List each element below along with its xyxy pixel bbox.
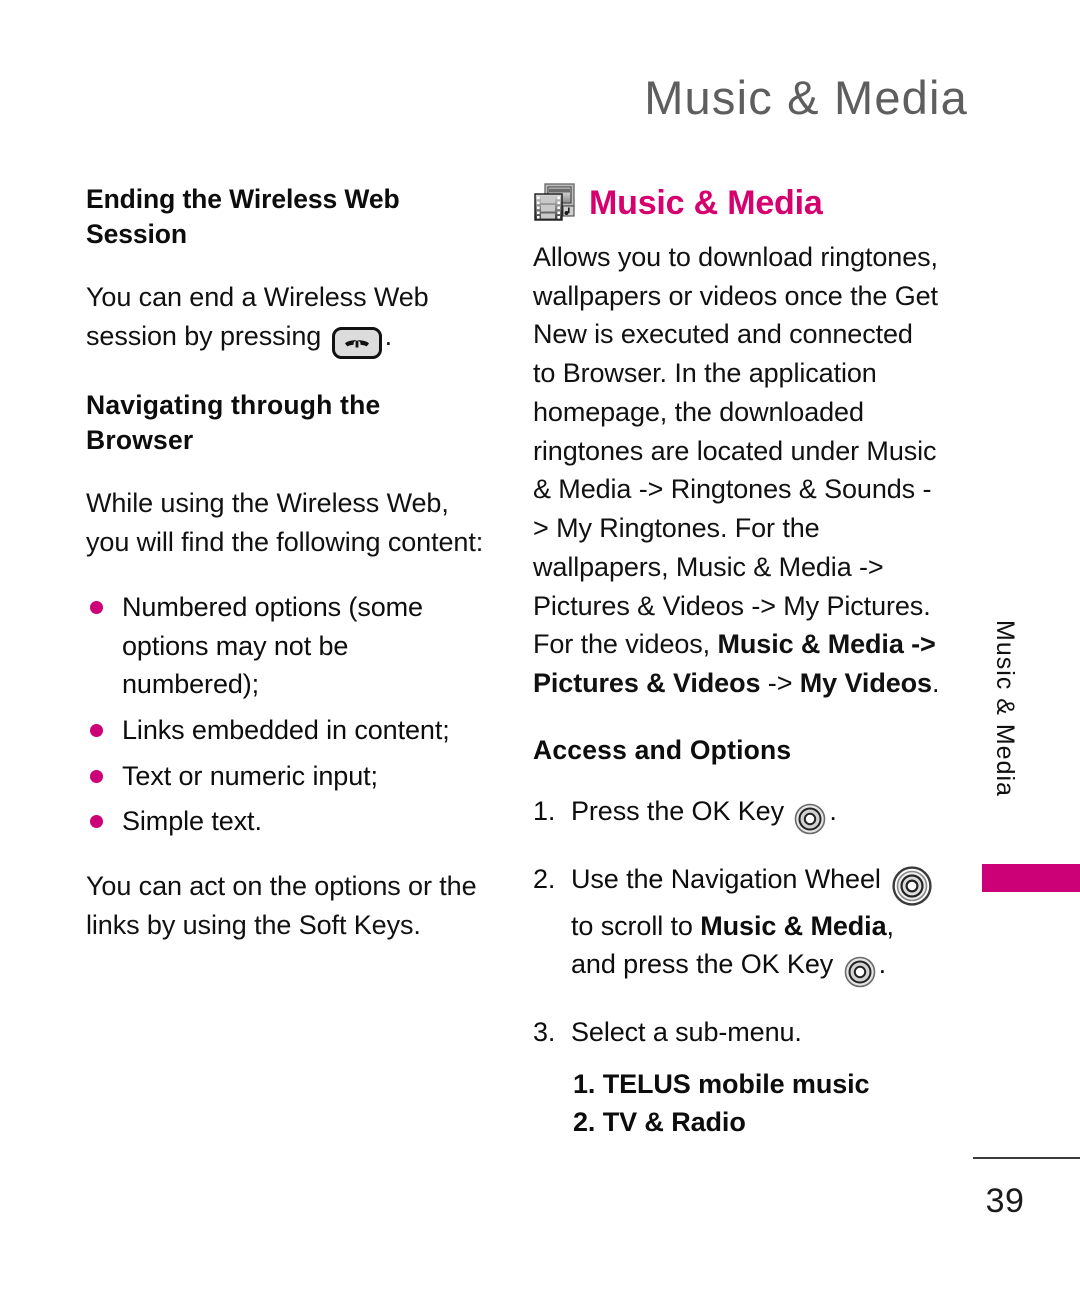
step-3-text: Select a sub-menu. bbox=[571, 1016, 802, 1047]
bullet-dot-icon bbox=[90, 600, 103, 614]
step-3-number: 3. bbox=[533, 1016, 556, 1047]
paragraph-videos-path: For the videos, Music & Media -> Picture… bbox=[533, 625, 941, 702]
step-2-scroll-text: to scroll to bbox=[571, 910, 701, 941]
access-steps-list: 1. Press the OK Key . 2. Use the Navigat… bbox=[533, 792, 941, 1142]
paragraph-soft-keys: You can act on the options or the links … bbox=[86, 871, 477, 940]
submenu-list: 1. TELUS mobile music 2. TV & Radio bbox=[573, 1066, 941, 1142]
browser-content-bullet-list: Numbered options (some options may not b… bbox=[86, 588, 490, 841]
step-2-use-navigation-wheel: 2. Use the Navigation Wheel to scroll to… bbox=[533, 860, 941, 991]
heading-access-and-options: Access and Options bbox=[533, 734, 792, 765]
videos-path-bold-my-videos: My Videos bbox=[799, 668, 932, 699]
step-3-select-sub-menu: 3. Select a sub-menu. bbox=[533, 1013, 941, 1052]
side-tab-label-music-media: Music & Media bbox=[991, 620, 1019, 797]
right-column: Music & Media Allows you to download rin… bbox=[533, 182, 941, 1141]
paragraph-end-session-period: . bbox=[384, 320, 393, 351]
running-header-title: Music & Media bbox=[644, 71, 968, 124]
bullet-dot-icon bbox=[90, 815, 103, 829]
step-1-number: 1. bbox=[533, 795, 556, 826]
navigation-wheel-icon bbox=[891, 865, 933, 907]
step-2-text: Use the Navigation Wheel bbox=[571, 863, 881, 894]
list-item-label: Links embedded in content; bbox=[122, 715, 450, 746]
videos-path-arrow-2: -> bbox=[760, 668, 800, 699]
videos-path-prefix: For the videos, bbox=[533, 629, 718, 660]
manual-page: Music & Media Ending the Wireless Web Se… bbox=[0, 0, 1080, 1295]
list-item: Numbered options (some options may not b… bbox=[86, 588, 490, 704]
videos-path-bold-pictures-videos: Pictures & Videos bbox=[533, 668, 761, 699]
page-number: 39 bbox=[985, 1182, 1025, 1220]
left-column: Ending the Wireless Web Session You can … bbox=[86, 182, 490, 971]
section-title-music-media: Music & Media bbox=[589, 184, 823, 222]
submenu-item-tv-and-radio: 2. TV & Radio bbox=[573, 1106, 746, 1137]
heading-ending-wireless-web-session: Ending the Wireless Web Session bbox=[86, 184, 400, 249]
step-2-press-ok-text: and press the OK Key bbox=[571, 949, 834, 980]
step-2-number: 2. bbox=[533, 863, 556, 894]
list-item: Simple text. bbox=[86, 802, 490, 841]
bullet-dot-icon bbox=[90, 769, 103, 783]
submenu-item-telus-mobile-music: 1. TELUS mobile music bbox=[573, 1068, 870, 1099]
videos-path-arrow-1: -> bbox=[903, 629, 936, 660]
list-item: Links embedded in content; bbox=[86, 711, 490, 750]
videos-path-suffix: . bbox=[931, 668, 940, 699]
step-1-press-ok-key: 1. Press the OK Key . bbox=[533, 792, 941, 838]
list-item: Text or numeric input; bbox=[86, 757, 490, 796]
step-2-comma: , bbox=[886, 910, 895, 941]
paragraph-browser-content-intro: While using the Wireless Web, you will f… bbox=[86, 488, 484, 558]
step-2-bold-target: Music & Media bbox=[700, 910, 887, 941]
ok-key-icon bbox=[794, 799, 826, 838]
footer-divider bbox=[973, 1157, 1080, 1159]
step-1-period: . bbox=[829, 795, 837, 826]
music-media-film-icon bbox=[533, 182, 577, 224]
step-1-text: Press the OK Key bbox=[571, 795, 784, 826]
ok-key-icon bbox=[844, 952, 876, 991]
paragraph-music-media-intro: Allows you to download ringtones, wallpa… bbox=[533, 242, 938, 621]
end-call-key-icon bbox=[331, 324, 382, 363]
videos-path-bold-music-media: Music & Media bbox=[717, 629, 904, 660]
list-item-label: Numbered options (some options may not b… bbox=[122, 591, 423, 700]
side-tab-marker bbox=[982, 864, 1080, 892]
bullet-dot-icon bbox=[90, 724, 103, 738]
heading-navigating-through-browser: Navigating through the Browser bbox=[86, 390, 381, 456]
step-2-period: . bbox=[878, 949, 887, 980]
list-item-label: Text or numeric input; bbox=[122, 760, 378, 791]
paragraph-end-session: You can end a Wireless Web session by pr… bbox=[86, 278, 490, 362]
list-item-label: Simple text. bbox=[122, 806, 262, 837]
section-title-row: Music & Media bbox=[533, 182, 941, 224]
